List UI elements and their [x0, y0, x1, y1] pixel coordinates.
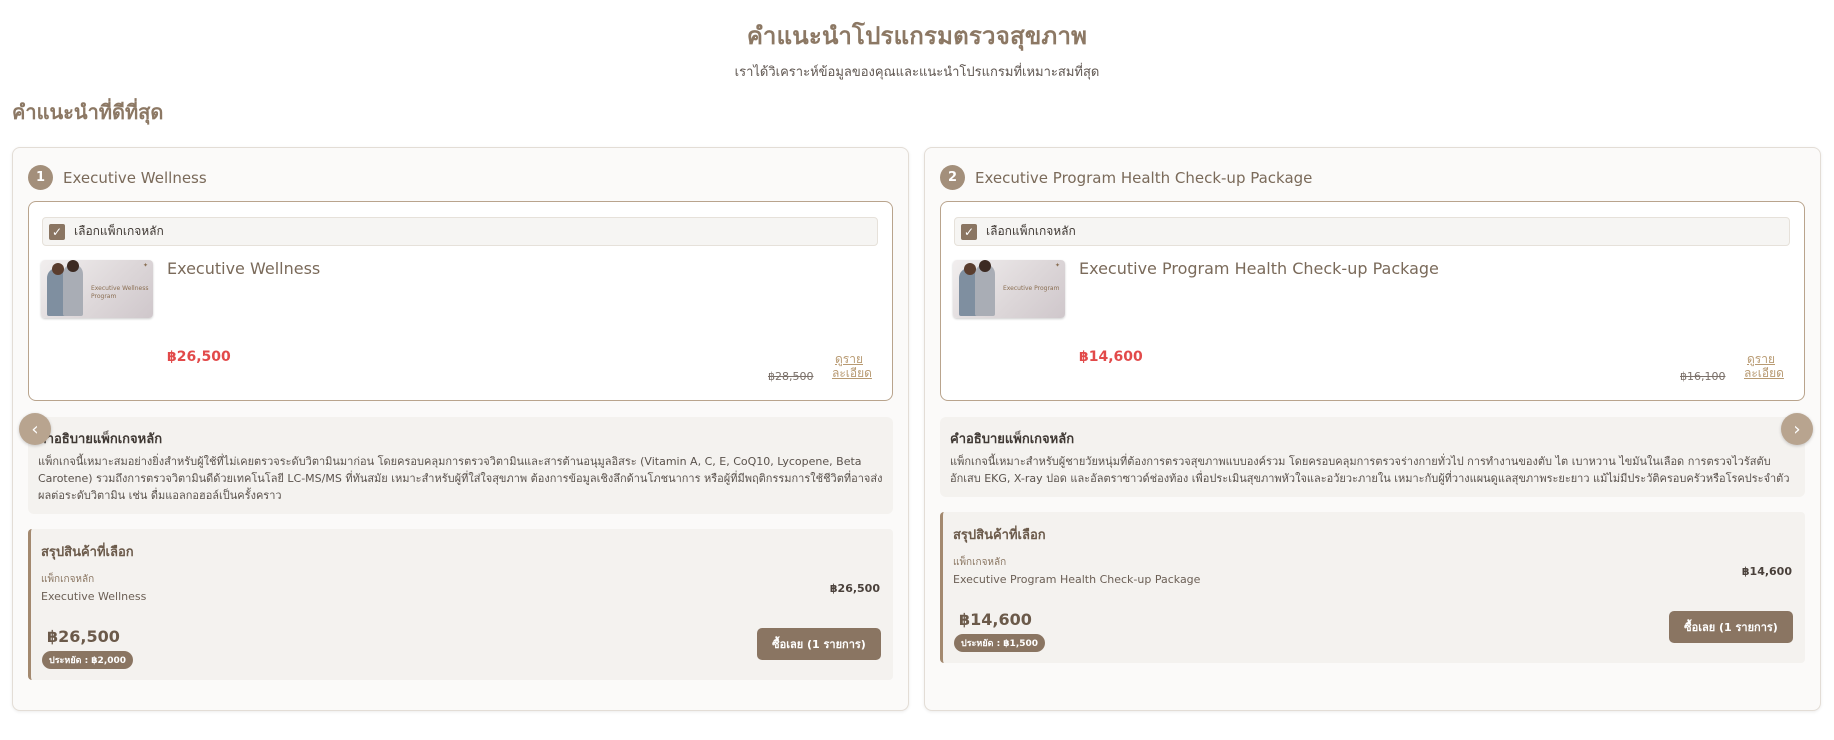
- thumbnail-logo-icon: ✦: [1054, 262, 1060, 269]
- page-subtitle: เราได้วิเคราะห์ข้อมูลของคุณและแนะนำโปรแก…: [734, 65, 1100, 80]
- package-thumbnail: ✦ Executive Program: [953, 260, 1065, 318]
- buy-now-button[interactable]: ซื้อเลย (1 รายการ): [757, 628, 881, 660]
- buy-now-button[interactable]: ซื้อเลย (1 รายการ): [1669, 611, 1793, 643]
- checkbox-checked-icon[interactable]: ✓: [49, 223, 65, 240]
- description-box: คำอธิบายแพ็กเกจหลัก แพ็กเกจนี้เหมาะสมอย่…: [28, 417, 893, 514]
- description-title: คำอธิบายแพ็กเกจหลัก: [38, 432, 163, 447]
- summary-item-price: ฿14,600: [1741, 565, 1792, 578]
- package-name: Executive Wellness: [167, 259, 321, 278]
- summary-item-name: Executive Wellness: [41, 590, 147, 603]
- summary-total: ฿26,500: [47, 627, 120, 646]
- thumbnail-text: Executive Program: [1003, 285, 1060, 292]
- package-old-price: ฿16,100: [1680, 370, 1726, 383]
- summary-category: แพ็กเกจหลัก: [41, 574, 95, 585]
- view-details-link[interactable]: ดูราย ละเอียด: [1744, 352, 1784, 380]
- page-header: คำแนะนำโปรแกรมตรวจสุขภาพ เราได้วิเคราะห์…: [0, 0, 1834, 82]
- select-package-label: เลือกแพ็กเกจหลัก: [986, 224, 1076, 238]
- page-title: คำแนะนำโปรแกรมตรวจสุขภาพ: [746, 22, 1088, 50]
- package-price: ฿14,600: [1079, 349, 1143, 365]
- select-package-label: เลือกแพ็กเกจหลัก: [74, 224, 164, 238]
- select-package-row[interactable]: ✓ เลือกแพ็กเกจหลัก: [954, 217, 1790, 246]
- description-title: คำอธิบายแพ็กเกจหลัก: [950, 432, 1075, 447]
- package-price: ฿26,500: [167, 349, 231, 365]
- savings-badge: ประหยัด : ฿1,500: [954, 634, 1046, 652]
- description-text: แพ็กเกจนี้เหมาะสำหรับผู้ชายวัยหนุ่มที่ต้…: [950, 455, 1790, 485]
- thumbnail-text: Executive Wellness Program: [91, 285, 149, 300]
- description-box: คำอธิบายแพ็กเกจหลัก แพ็กเกจนี้เหมาะสำหรั…: [940, 417, 1805, 497]
- chevron-left-icon[interactable]: ‹: [19, 413, 51, 445]
- summary-total: ฿14,600: [959, 610, 1032, 629]
- card-title: Executive Program Health Check-up Packag…: [975, 168, 1313, 187]
- rank-badge: 2: [940, 165, 965, 190]
- card-heading: 1 Executive Wellness: [28, 165, 207, 190]
- card-title: Executive Wellness: [63, 168, 207, 187]
- recommendation-card-2: 2 Executive Program Health Check-up Pack…: [924, 147, 1821, 711]
- rank-badge: 1: [28, 165, 53, 190]
- recommendation-card-1: 1 Executive Wellness ✓ เลือกแพ็กเกจหลัก …: [12, 147, 909, 711]
- package-name: Executive Program Health Check-up Packag…: [1079, 259, 1439, 278]
- chevron-right-icon[interactable]: ›: [1781, 413, 1813, 445]
- package-box: ✓ เลือกแพ็กเกจหลัก ✦ Executive Program E…: [940, 201, 1805, 401]
- package-thumbnail: ✦ Executive Wellness Program: [41, 260, 153, 318]
- thumbnail-logo-icon: ✦: [142, 262, 148, 269]
- summary-category: แพ็กเกจหลัก: [953, 557, 1007, 568]
- description-text: แพ็กเกจนี้เหมาะสมอย่างยิ่งสำหรับผู้ใช้ที…: [38, 455, 883, 502]
- package-old-price: ฿28,500: [768, 370, 814, 383]
- package-box: ✓ เลือกแพ็กเกจหลัก ✦ Executive Wellness …: [28, 201, 893, 401]
- order-summary: สรุปสินค้าที่เลือก แพ็กเกจหลัก Executive…: [28, 529, 893, 680]
- summary-item-name: Executive Program Health Check-up Packag…: [953, 573, 1201, 586]
- checkbox-checked-icon[interactable]: ✓: [961, 223, 977, 240]
- summary-title: สรุปสินค้าที่เลือก: [41, 545, 134, 560]
- summary-title: สรุปสินค้าที่เลือก: [953, 528, 1046, 543]
- section-title: คำแนะนำที่ดีที่สุด: [12, 100, 164, 124]
- card-heading: 2 Executive Program Health Check-up Pack…: [940, 165, 1312, 190]
- summary-item-price: ฿26,500: [829, 582, 880, 595]
- view-details-link[interactable]: ดูราย ละเอียด: [832, 352, 872, 380]
- select-package-row[interactable]: ✓ เลือกแพ็กเกจหลัก: [42, 217, 878, 246]
- savings-badge: ประหยัด : ฿2,000: [42, 651, 134, 669]
- order-summary: สรุปสินค้าที่เลือก แพ็กเกจหลัก Executive…: [940, 512, 1805, 663]
